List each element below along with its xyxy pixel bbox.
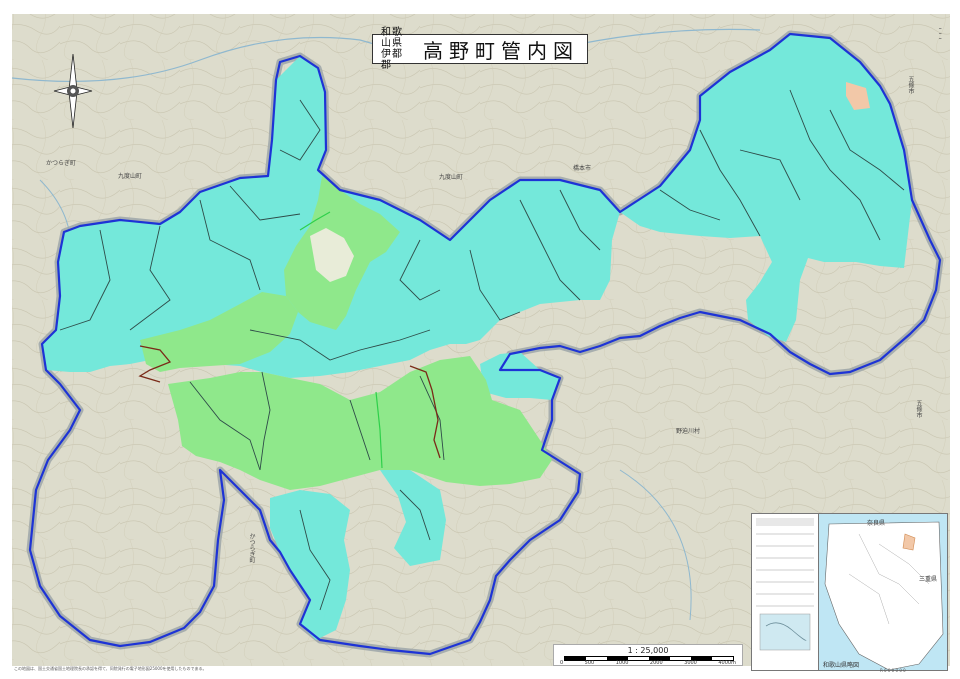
map-code: R 0 0 0 0 0 0 bbox=[880, 668, 906, 673]
place-label-hashimoto: 橋本市 bbox=[573, 165, 592, 172]
north-arrow-icon bbox=[53, 53, 93, 129]
place-label-katsuragi-north: かつらぎ町 bbox=[46, 160, 77, 167]
scale-tick: 1000 bbox=[615, 660, 629, 666]
scale-tick: 4000m bbox=[718, 660, 736, 666]
place-label-gojo-south: 五條市 bbox=[915, 400, 922, 418]
margin-text: ━ ━ ━ bbox=[939, 26, 942, 41]
scale-bar-panel: 1 : 25,000 0 500 1000 2000 3000 4000m bbox=[553, 644, 743, 666]
footnote: この地図は、国土交通省国土地理院長の承認を得て、同院発行の電子地形図25000を… bbox=[14, 666, 207, 671]
scale-tick: 2000 bbox=[649, 660, 663, 666]
map-title-box: 和歌山県 伊都郡 高野町管内図 bbox=[372, 27, 588, 71]
legend-panel bbox=[751, 513, 819, 671]
inset-label-top: 奈良県 bbox=[867, 520, 886, 527]
title-subheading: 和歌山県 伊都郡 bbox=[381, 27, 413, 71]
scale-tick: 500 bbox=[584, 660, 595, 666]
place-label-kudoyama-west: 九度山町 bbox=[118, 173, 143, 180]
inset-caption: 和歌山県略図 bbox=[823, 662, 860, 669]
legend-graphic bbox=[756, 518, 814, 651]
place-label-katsuragi-south: かつらぎ町 bbox=[248, 533, 255, 563]
scale-ticks: 0 500 1000 2000 3000 4000m bbox=[560, 660, 736, 666]
place-label-nosegawa: 野迫川村 bbox=[676, 428, 701, 435]
scale-ratio: 1 : 25,000 bbox=[627, 646, 669, 655]
map-title: 高野町管内図 bbox=[423, 38, 579, 63]
inset-graphic bbox=[824, 521, 944, 670]
scale-tick: 0 bbox=[560, 660, 564, 666]
district-label: 伊都郡 bbox=[381, 49, 403, 71]
place-label-kudoyama-east: 九度山町 bbox=[439, 174, 464, 181]
scale-tick: 3000 bbox=[684, 660, 697, 666]
prefecture-label: 和歌山県 bbox=[381, 27, 403, 49]
inset-label-right: 三重県 bbox=[919, 576, 938, 583]
place-label-gojo-north: 五條市 bbox=[907, 76, 914, 94]
prefecture-inset-map: 奈良県 三重県 和歌山県略図 bbox=[818, 513, 948, 671]
